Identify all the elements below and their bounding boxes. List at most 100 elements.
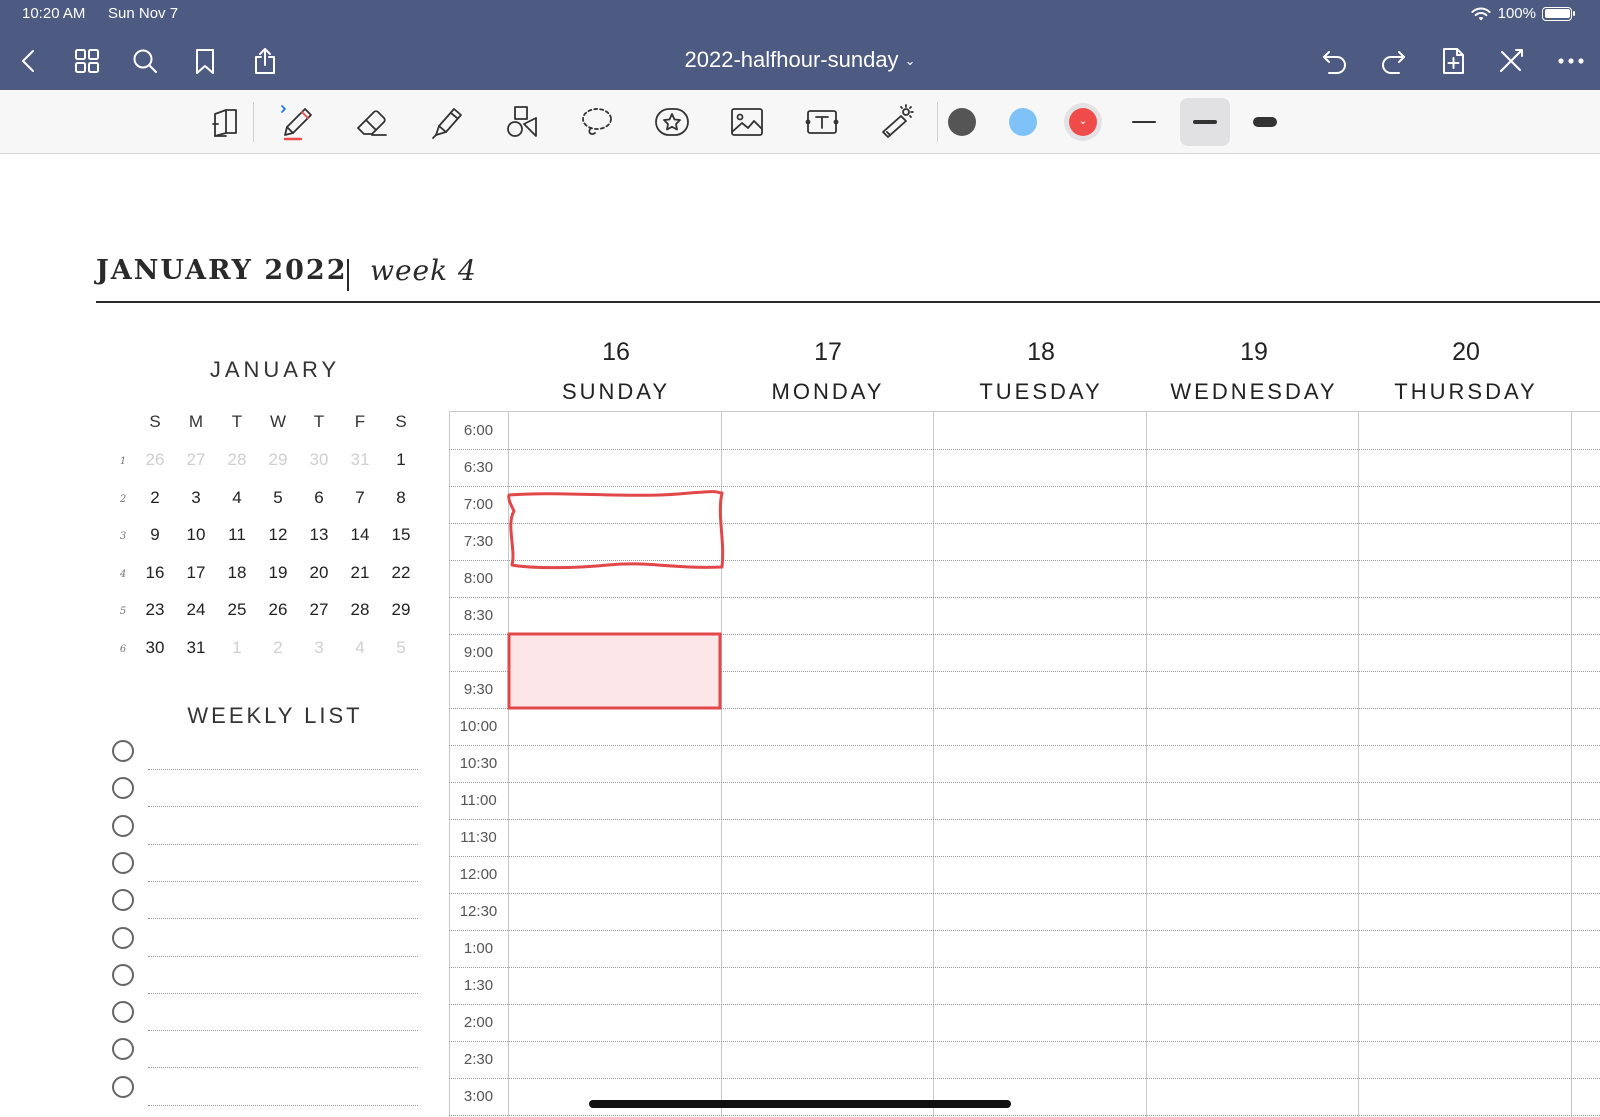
time-slot[interactable] [509,820,721,856]
time-slot[interactable] [1359,635,1571,671]
mini-calendar-day[interactable]: 21 [340,563,380,583]
time-slot[interactable] [722,1042,933,1078]
time-slot[interactable] [722,561,933,597]
weekly-list-checkbox[interactable] [112,814,134,837]
weekly-list-checkbox[interactable] [112,963,134,986]
time-slot[interactable] [722,487,933,523]
undo-icon[interactable] [1318,44,1352,78]
mini-calendar-day[interactable]: 11 [217,525,257,545]
time-slot[interactable] [509,931,721,967]
time-slot[interactable] [722,1079,933,1115]
time-slot[interactable] [934,968,1146,1004]
mini-calendar-day[interactable]: 8 [381,488,421,508]
time-slot[interactable] [1359,783,1571,819]
weekly-list-line[interactable] [148,1067,418,1069]
mini-calendar-day[interactable]: 28 [217,450,257,470]
weekly-list-line[interactable] [148,806,418,808]
time-slot[interactable] [509,1079,721,1115]
mini-calendar-day[interactable]: 5 [381,638,421,658]
time-slot[interactable] [509,783,721,819]
time-slot[interactable] [1147,598,1358,634]
mini-calendar-day[interactable]: 1 [381,450,421,470]
time-slot[interactable] [722,783,933,819]
time-slot[interactable] [1147,524,1358,560]
weekly-list-checkbox[interactable] [112,851,134,874]
time-slot[interactable] [509,894,721,930]
eraser-icon[interactable] [347,98,397,146]
mini-calendar-day[interactable]: 18 [217,563,257,583]
time-slot[interactable] [934,820,1146,856]
time-slot[interactable] [1359,968,1571,1004]
stroke-thin[interactable] [1119,98,1169,146]
time-slot[interactable] [509,672,721,708]
time-slot[interactable] [1359,672,1571,708]
time-slot[interactable] [934,598,1146,634]
mini-calendar-day[interactable]: 12 [258,525,298,545]
weekly-list-checkbox[interactable] [112,777,134,800]
weekly-list-line[interactable] [148,992,418,994]
mini-calendar-day[interactable]: 23 [135,600,175,620]
sticker-icon[interactable] [647,98,697,146]
time-slot[interactable] [1359,598,1571,634]
time-slot[interactable] [509,413,721,449]
time-slot[interactable] [722,894,933,930]
time-slot[interactable] [934,1079,1146,1115]
weekly-list-checkbox[interactable] [112,1038,134,1061]
home-indicator[interactable] [589,1100,1011,1108]
time-slot[interactable] [509,857,721,893]
mini-calendar-day[interactable]: 30 [299,450,339,470]
time-slot[interactable] [934,413,1146,449]
mini-calendar-day[interactable]: 7 [340,488,380,508]
time-slot[interactable] [934,783,1146,819]
time-slot[interactable] [934,1042,1146,1078]
weekly-list-checkbox[interactable] [112,926,134,949]
time-slot[interactable] [1359,1042,1571,1078]
time-slot[interactable] [1147,1005,1358,1041]
time-slot[interactable] [1147,413,1358,449]
mini-calendar-day[interactable]: 2 [135,488,175,508]
time-slot[interactable] [722,450,933,486]
time-slot[interactable] [1147,1042,1358,1078]
mini-calendar-day[interactable]: 31 [176,638,216,658]
time-slot[interactable] [1147,746,1358,782]
mini-calendar-day[interactable]: 4 [340,638,380,658]
time-slot[interactable] [1359,413,1571,449]
stroke-medium[interactable] [1180,98,1230,146]
time-slot[interactable] [509,968,721,1004]
time-slot[interactable] [509,746,721,782]
mini-calendar-day[interactable]: 14 [340,525,380,545]
weekly-list-line[interactable] [148,769,418,770]
document-title[interactable]: 2022-halfhour-sunday ⌄ [0,47,1600,73]
mini-calendar-day[interactable]: 20 [299,563,339,583]
time-slot[interactable] [722,968,933,1004]
time-slot[interactable] [1359,487,1571,523]
close-toolbar-icon[interactable] [1494,44,1528,78]
mini-calendar-day[interactable]: 31 [340,450,380,470]
mini-calendar-day[interactable]: 3 [299,638,339,658]
mini-calendar-day[interactable]: 22 [381,563,421,583]
pen-icon[interactable] [272,98,322,146]
mini-calendar-day[interactable]: 19 [258,563,298,583]
read-mode-icon[interactable] [200,98,250,146]
time-slot[interactable] [509,1005,721,1041]
mini-calendar-day[interactable]: 13 [299,525,339,545]
weekly-list-checkbox[interactable] [112,1001,134,1024]
time-slot[interactable] [934,672,1146,708]
weekly-list-checkbox[interactable] [112,740,134,762]
time-slot[interactable] [1359,1079,1571,1115]
weekly-list-line[interactable] [148,955,418,957]
mini-calendar-day[interactable]: 25 [217,600,257,620]
stroke-thick[interactable] [1240,98,1290,146]
time-slot[interactable] [722,820,933,856]
mini-calendar-day[interactable]: 27 [176,450,216,470]
time-slot[interactable] [509,635,721,671]
weekly-list-line[interactable] [148,918,418,920]
mini-calendar-day[interactable]: 5 [258,488,298,508]
time-slot[interactable] [509,487,721,523]
time-slot[interactable] [1147,931,1358,967]
redo-icon[interactable] [1376,44,1410,78]
time-slot[interactable] [1147,561,1358,597]
time-slot[interactable] [1359,746,1571,782]
add-page-icon[interactable] [1436,44,1470,78]
time-slot[interactable] [1359,857,1571,893]
